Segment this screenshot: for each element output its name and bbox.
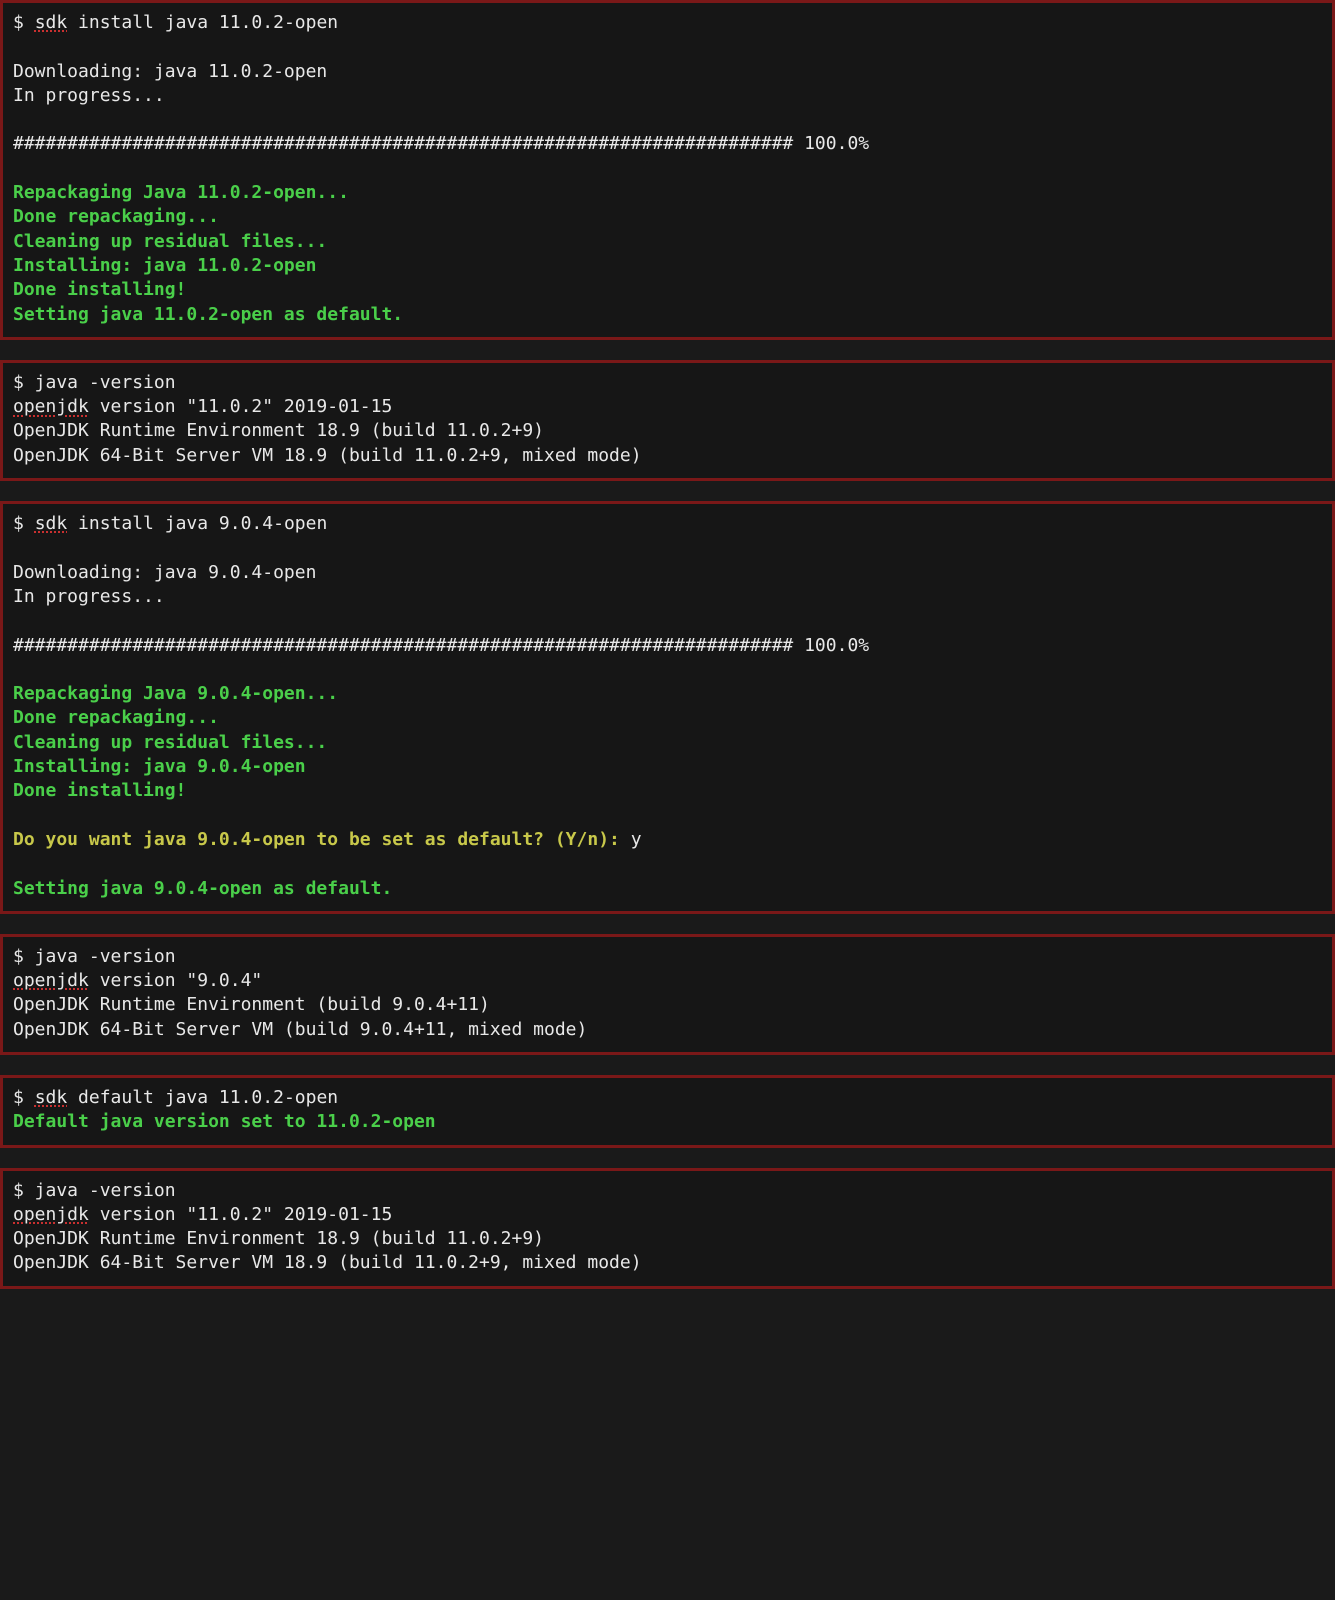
- terminal-line: Done installing!: [13, 779, 1322, 803]
- terminal-text: sdk: [35, 12, 68, 33]
- terminal-text: Downloading: java 11.0.2-open: [13, 61, 327, 82]
- terminal-text: Installing: java 9.0.4-open: [13, 756, 306, 777]
- terminal-line: $ sdk default java 11.0.2-open: [13, 1086, 1322, 1110]
- terminal-line: Do you want java 9.0.4-open to be set as…: [13, 828, 1322, 852]
- terminal-text: $ java -version: [13, 1180, 176, 1201]
- terminal-text: OpenJDK 64-Bit Server VM 18.9 (build 11.…: [13, 1252, 642, 1273]
- terminal-text: y: [631, 829, 642, 850]
- terminal-line: $ java -version: [13, 945, 1322, 969]
- terminal-text: Cleaning up residual files...: [13, 732, 327, 753]
- terminal-line: $ java -version: [13, 1179, 1322, 1203]
- terminal-text: install java 11.0.2-open: [67, 12, 338, 33]
- terminal-line: $ java -version: [13, 371, 1322, 395]
- terminal-blank-line: [13, 108, 1322, 132]
- terminal-text: ########################################…: [13, 635, 869, 656]
- terminal-block-java-version-11-first: $ java -versionopenjdk version "11.0.2" …: [0, 360, 1335, 481]
- terminal-line: Default java version set to 11.0.2-open: [13, 1110, 1322, 1134]
- terminal-line: $ sdk install java 9.0.4-open: [13, 512, 1322, 536]
- terminal-text: $: [13, 513, 35, 534]
- terminal-line: In progress...: [13, 84, 1322, 108]
- terminal-text: Cleaning up residual files...: [13, 231, 327, 252]
- terminal-block-java-version-11-second: $ java -versionopenjdk version "11.0.2" …: [0, 1168, 1335, 1289]
- terminal-text: $ java -version: [13, 372, 176, 393]
- terminal-line: Repackaging Java 11.0.2-open...: [13, 181, 1322, 205]
- terminal-block-install-java9: $ sdk install java 9.0.4-open Downloadin…: [0, 501, 1335, 914]
- terminal-text: sdk: [35, 513, 68, 534]
- terminal-line: Installing: java 11.0.2-open: [13, 254, 1322, 278]
- terminal-text: OpenJDK 64-Bit Server VM 18.9 (build 11.…: [13, 445, 642, 466]
- terminal-line: Downloading: java 11.0.2-open: [13, 60, 1322, 84]
- terminal-text: $: [13, 1087, 35, 1108]
- terminal-line: Done repackaging...: [13, 706, 1322, 730]
- terminal-text: Done repackaging...: [13, 707, 219, 728]
- terminal-text: In progress...: [13, 586, 165, 607]
- terminal-blank-line: [13, 536, 1322, 560]
- terminal-text: openjdk: [13, 970, 89, 991]
- terminal-blank-line: [13, 658, 1322, 682]
- terminal-block-default-java11: $ sdk default java 11.0.2-openDefault ja…: [0, 1075, 1335, 1148]
- terminal-text: Done installing!: [13, 780, 186, 801]
- terminal-text: install java 9.0.4-open: [67, 513, 327, 534]
- terminal-blank-line: [13, 852, 1322, 876]
- terminal-line: Installing: java 9.0.4-open: [13, 755, 1322, 779]
- terminal-text: openjdk: [13, 396, 89, 417]
- terminal-line: OpenJDK Runtime Environment (build 9.0.4…: [13, 993, 1322, 1017]
- terminal-text: OpenJDK 64-Bit Server VM (build 9.0.4+11…: [13, 1019, 587, 1040]
- terminal-text: default java 11.0.2-open: [67, 1087, 338, 1108]
- terminal-line: ########################################…: [13, 132, 1322, 156]
- terminal-text: Repackaging Java 9.0.4-open...: [13, 683, 338, 704]
- terminal-text: OpenJDK Runtime Environment 18.9 (build …: [13, 1228, 544, 1249]
- terminal-text: sdk: [35, 1087, 68, 1108]
- terminal-line: openjdk version "11.0.2" 2019-01-15: [13, 1203, 1322, 1227]
- terminal-text: $: [13, 12, 35, 33]
- terminal-text: version "11.0.2" 2019-01-15: [89, 1204, 392, 1225]
- terminal-line: OpenJDK 64-Bit Server VM 18.9 (build 11.…: [13, 1251, 1322, 1275]
- terminal-text: OpenJDK Runtime Environment 18.9 (build …: [13, 420, 544, 441]
- terminal-blank-line: [13, 609, 1322, 633]
- terminal-screenshot: $ sdk install java 11.0.2-open Downloadi…: [0, 0, 1335, 1289]
- terminal-text: In progress...: [13, 85, 165, 106]
- terminal-line: Cleaning up residual files...: [13, 731, 1322, 755]
- terminal-blank-line: [13, 157, 1322, 181]
- terminal-text: Do you want java 9.0.4-open to be set as…: [13, 829, 631, 850]
- terminal-line: In progress...: [13, 585, 1322, 609]
- terminal-text: Downloading: java 9.0.4-open: [13, 562, 316, 583]
- terminal-line: ########################################…: [13, 634, 1322, 658]
- terminal-text: $ java -version: [13, 946, 176, 967]
- terminal-line: Done repackaging...: [13, 205, 1322, 229]
- terminal-blank-line: [13, 804, 1322, 828]
- terminal-text: Default java version set to 11.0.2-open: [13, 1111, 436, 1132]
- terminal-line: openjdk version "9.0.4": [13, 969, 1322, 993]
- terminal-line: $ sdk install java 11.0.2-open: [13, 11, 1322, 35]
- terminal-line: OpenJDK 64-Bit Server VM 18.9 (build 11.…: [13, 444, 1322, 468]
- terminal-line: Downloading: java 9.0.4-open: [13, 561, 1322, 585]
- terminal-text: version "9.0.4": [89, 970, 262, 991]
- terminal-text: ########################################…: [13, 133, 869, 154]
- terminal-text: openjdk: [13, 1204, 89, 1225]
- terminal-line: openjdk version "11.0.2" 2019-01-15: [13, 395, 1322, 419]
- terminal-text: Done repackaging...: [13, 206, 219, 227]
- terminal-line: OpenJDK 64-Bit Server VM (build 9.0.4+11…: [13, 1018, 1322, 1042]
- terminal-line: OpenJDK Runtime Environment 18.9 (build …: [13, 1227, 1322, 1251]
- terminal-line: Done installing!: [13, 278, 1322, 302]
- terminal-text: Setting java 9.0.4-open as default.: [13, 878, 392, 899]
- terminal-blank-line: [13, 35, 1322, 59]
- terminal-block-install-java11: $ sdk install java 11.0.2-open Downloadi…: [0, 0, 1335, 340]
- terminal-text: Done installing!: [13, 279, 186, 300]
- terminal-text: Setting java 11.0.2-open as default.: [13, 304, 403, 325]
- terminal-line: Repackaging Java 9.0.4-open...: [13, 682, 1322, 706]
- terminal-text: OpenJDK Runtime Environment (build 9.0.4…: [13, 994, 490, 1015]
- terminal-text: Installing: java 11.0.2-open: [13, 255, 316, 276]
- terminal-line: Setting java 9.0.4-open as default.: [13, 877, 1322, 901]
- terminal-text: version "11.0.2" 2019-01-15: [89, 396, 392, 417]
- terminal-text: Repackaging Java 11.0.2-open...: [13, 182, 349, 203]
- terminal-line: OpenJDK Runtime Environment 18.9 (build …: [13, 419, 1322, 443]
- terminal-block-java-version-9: $ java -versionopenjdk version "9.0.4"Op…: [0, 934, 1335, 1055]
- terminal-line: Cleaning up residual files...: [13, 230, 1322, 254]
- terminal-line: Setting java 11.0.2-open as default.: [13, 303, 1322, 327]
